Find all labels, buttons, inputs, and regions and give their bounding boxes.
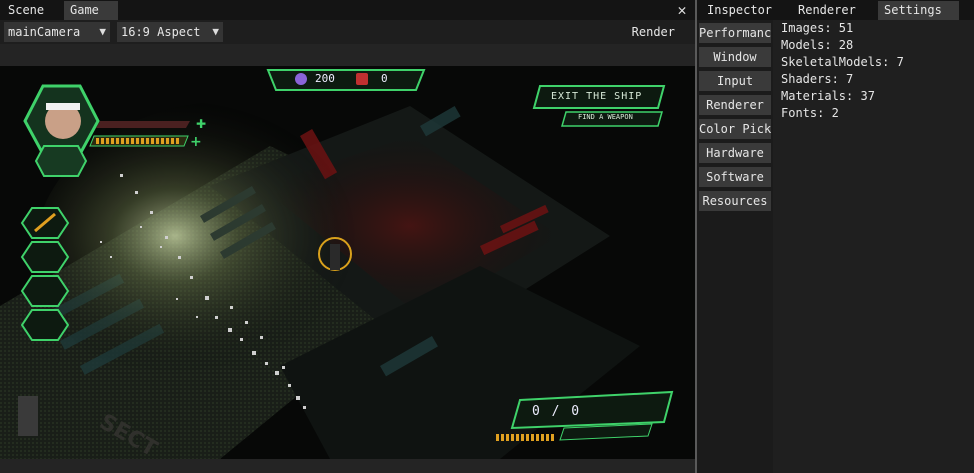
category-color-pick[interactable]: Color Pick	[699, 119, 771, 139]
stat-images: Images: 51	[781, 21, 854, 35]
settings-category-list: Performance Window Input Renderer Color …	[697, 20, 773, 473]
right-tab-bar: Inspector Renderer Settings	[697, 0, 974, 20]
stat-models: Models: 28	[781, 38, 854, 52]
camera-select-value: mainCamera	[8, 25, 81, 39]
tab-inspector[interactable]: Inspector	[701, 1, 778, 20]
category-performance[interactable]: Performance	[699, 23, 771, 43]
stat-skeletal-models: SkeletalModels: 7	[781, 55, 904, 69]
viewport-margin-top	[0, 44, 695, 66]
left-tab-bar: Scene Game ✕	[0, 0, 695, 20]
category-software[interactable]: Software	[699, 167, 771, 187]
hud-credits: 200	[315, 72, 335, 85]
svg-text:+: +	[190, 134, 202, 150]
game-viewport[interactable]: SECT + ✚ 200 0 EXIT THE SHIP FIND A WEAP…	[0, 66, 695, 459]
close-icon[interactable]: ✕	[675, 1, 689, 19]
hud-kills: 0	[381, 72, 388, 85]
category-resources[interactable]: Resources	[699, 191, 771, 211]
category-hardware[interactable]: Hardware	[699, 143, 771, 163]
hud-sub-objective: FIND A WEAPON	[578, 113, 633, 121]
aspect-select[interactable]: 16:9 Aspect ▼	[117, 22, 223, 42]
tab-settings[interactable]: Settings	[878, 1, 959, 20]
tab-scene[interactable]: Scene	[2, 1, 50, 20]
tab-game[interactable]: Game	[64, 1, 118, 20]
category-window[interactable]: Window	[699, 47, 771, 67]
stat-materials: Materials: 37	[781, 89, 875, 103]
game-toolbar: mainCamera ▼ 16:9 Aspect ▼ Render	[0, 20, 695, 44]
hud-ammo: 0 / 0	[532, 404, 582, 419]
game-window: Scene Game ✕ mainCamera ▼ 16:9 Aspect ▼ …	[0, 0, 695, 473]
chevron-down-icon: ▼	[212, 25, 219, 38]
stat-fonts: Fonts: 2	[781, 106, 839, 120]
category-renderer[interactable]: Renderer	[699, 95, 771, 115]
right-panel: Inspector Renderer Settings Performance …	[697, 0, 974, 473]
stat-shaders: Shaders: 7	[781, 72, 854, 86]
svg-text:✚: ✚	[196, 117, 206, 131]
resources-stats: Images: 51 Models: 28 SkeletalModels: 7 …	[781, 20, 971, 122]
viewport-margin-bottom	[0, 459, 695, 473]
hud-objective: EXIT THE SHIP	[551, 91, 643, 102]
tab-renderer[interactable]: Renderer	[792, 1, 862, 20]
chevron-down-icon: ▼	[99, 25, 106, 38]
aspect-select-value: 16:9 Aspect	[121, 25, 201, 39]
camera-select[interactable]: mainCamera ▼	[4, 22, 110, 42]
game-render: SECT + ✚	[0, 69, 674, 459]
render-button[interactable]: Render	[632, 22, 675, 42]
category-input[interactable]: Input	[699, 71, 771, 91]
